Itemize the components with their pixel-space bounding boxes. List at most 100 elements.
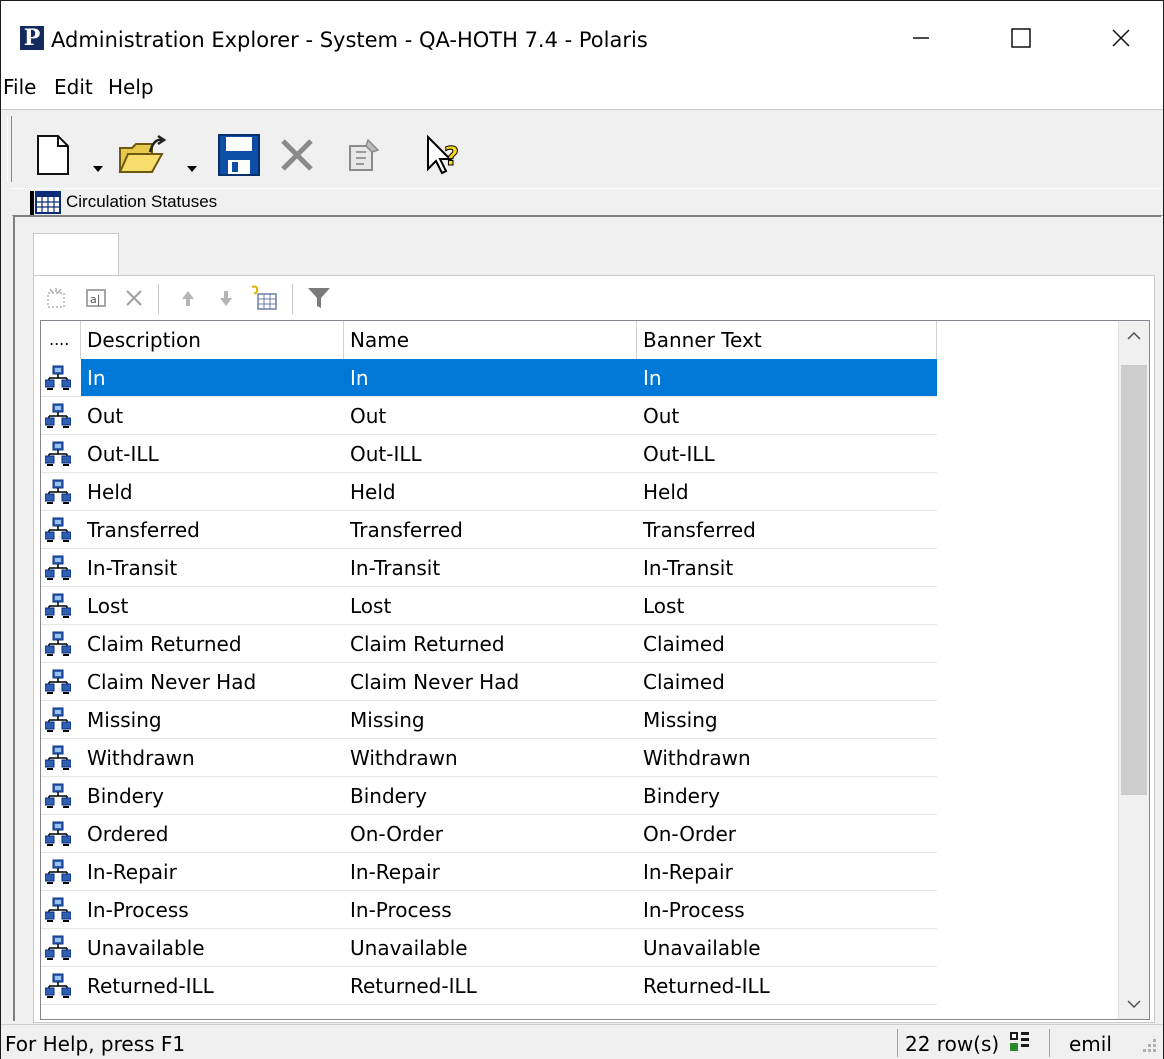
- menu-edit[interactable]: Edit: [54, 75, 93, 99]
- cell-name[interactable]: Out: [344, 397, 637, 435]
- scroll-up-button[interactable]: [1119, 321, 1149, 351]
- cell-banner-text[interactable]: In-Transit: [637, 549, 937, 587]
- cell-name[interactable]: On-Order: [344, 815, 637, 853]
- cell-name[interactable]: Lost: [344, 587, 637, 625]
- row-selector[interactable]: [41, 777, 81, 815]
- edit-field-button[interactable]: a|: [82, 284, 110, 312]
- table-row[interactable]: Held Held Held: [41, 473, 1119, 511]
- cell-name[interactable]: Returned-ILL: [344, 967, 637, 1005]
- table-row[interactable]: Out Out Out: [41, 397, 1119, 435]
- table-row[interactable]: In-Repair In-Repair In-Repair: [41, 853, 1119, 891]
- cell-description[interactable]: Claim Returned: [81, 625, 344, 663]
- table-row[interactable]: Lost Lost Lost: [41, 587, 1119, 625]
- row-selector[interactable]: [41, 891, 81, 929]
- row-selector[interactable]: [41, 359, 81, 397]
- minimize-button[interactable]: [891, 15, 951, 61]
- cell-name[interactable]: Claim Never Had: [344, 663, 637, 701]
- cell-banner-text[interactable]: Transferred: [637, 511, 937, 549]
- cell-name[interactable]: In: [344, 359, 637, 397]
- vertical-scrollbar[interactable]: [1118, 321, 1149, 1019]
- row-selector-header[interactable]: ....: [41, 321, 81, 359]
- cell-banner-text[interactable]: Claimed: [637, 625, 937, 663]
- cell-name[interactable]: In-Transit: [344, 549, 637, 587]
- cell-description[interactable]: Withdrawn: [81, 739, 344, 777]
- table-row[interactable]: Bindery Bindery Bindery: [41, 777, 1119, 815]
- cell-name[interactable]: Bindery: [344, 777, 637, 815]
- cell-name[interactable]: In-Process: [344, 891, 637, 929]
- cell-name[interactable]: Transferred: [344, 511, 637, 549]
- table-row[interactable]: Claim Never Had Claim Never Had Claimed: [41, 663, 1119, 701]
- table-row[interactable]: Out-ILL Out-ILL Out-ILL: [41, 435, 1119, 473]
- circulation-statuses-grid[interactable]: .... Description Name Banner Text In In In…: [40, 320, 1150, 1020]
- cell-description[interactable]: Ordered: [81, 815, 344, 853]
- cell-description[interactable]: Out: [81, 397, 344, 435]
- cell-name[interactable]: Unavailable: [344, 929, 637, 967]
- row-selector[interactable]: [41, 625, 81, 663]
- cell-description[interactable]: In-Process: [81, 891, 344, 929]
- cell-banner-text[interactable]: Missing: [637, 701, 937, 739]
- cell-banner-text[interactable]: Lost: [637, 587, 937, 625]
- cell-description[interactable]: Returned-ILL: [81, 967, 344, 1005]
- cell-description[interactable]: Bindery: [81, 777, 344, 815]
- tab-blank[interactable]: [33, 233, 119, 278]
- scroll-down-button[interactable]: [1119, 989, 1149, 1019]
- toolbar-grip[interactable]: [7, 116, 12, 182]
- cell-banner-text[interactable]: Claimed: [637, 663, 937, 701]
- row-selector[interactable]: [41, 511, 81, 549]
- table-row[interactable]: Missing Missing Missing: [41, 701, 1119, 739]
- row-selector[interactable]: [41, 739, 81, 777]
- cell-description[interactable]: In: [81, 359, 344, 397]
- row-selector[interactable]: [41, 853, 81, 891]
- cell-banner-text[interactable]: On-Order: [637, 815, 937, 853]
- table-row[interactable]: In In In: [41, 359, 1119, 397]
- maximize-button[interactable]: [991, 15, 1051, 61]
- table-row[interactable]: In-Transit In-Transit In-Transit: [41, 549, 1119, 587]
- resize-grip-icon[interactable]: [1141, 1037, 1159, 1055]
- open-button[interactable]: [115, 128, 171, 182]
- row-selector[interactable]: [41, 967, 81, 1005]
- row-selector[interactable]: [41, 587, 81, 625]
- new-row-button[interactable]: [42, 284, 70, 312]
- column-header-banner-text[interactable]: Banner Text: [637, 321, 937, 359]
- table-row[interactable]: Unavailable Unavailable Unavailable: [41, 929, 1119, 967]
- table-row[interactable]: In-Process In-Process In-Process: [41, 891, 1119, 929]
- table-row[interactable]: Withdrawn Withdrawn Withdrawn: [41, 739, 1119, 777]
- cell-banner-text[interactable]: Unavailable: [637, 929, 937, 967]
- cell-name[interactable]: Claim Returned: [344, 625, 637, 663]
- table-row[interactable]: Ordered On-Order On-Order: [41, 815, 1119, 853]
- row-selector[interactable]: [41, 815, 81, 853]
- cell-banner-text[interactable]: Bindery: [637, 777, 937, 815]
- save-button[interactable]: [215, 128, 263, 182]
- table-row[interactable]: Claim Returned Claim Returned Claimed: [41, 625, 1119, 663]
- column-header-description[interactable]: Description: [81, 321, 344, 359]
- delete-row-button[interactable]: [120, 284, 148, 312]
- cell-banner-text[interactable]: Withdrawn: [637, 739, 937, 777]
- row-selector[interactable]: [41, 549, 81, 587]
- cell-description[interactable]: Out-ILL: [81, 435, 344, 473]
- delete-button[interactable]: [273, 128, 321, 182]
- row-selector[interactable]: [41, 701, 81, 739]
- insert-row-button[interactable]: [248, 284, 280, 312]
- cell-description[interactable]: Unavailable: [81, 929, 344, 967]
- row-selector[interactable]: [41, 929, 81, 967]
- cell-description[interactable]: Lost: [81, 587, 344, 625]
- column-header-name[interactable]: Name: [344, 321, 637, 359]
- cell-banner-text[interactable]: In: [637, 359, 937, 397]
- cell-banner-text[interactable]: In-Repair: [637, 853, 937, 891]
- cell-name[interactable]: Missing: [344, 701, 637, 739]
- new-button[interactable]: [31, 128, 75, 182]
- cell-name[interactable]: In-Repair: [344, 853, 637, 891]
- row-selector[interactable]: [41, 663, 81, 701]
- menu-file[interactable]: File: [3, 75, 36, 99]
- properties-button[interactable]: [341, 128, 385, 182]
- cell-banner-text[interactable]: In-Process: [637, 891, 937, 929]
- cell-description[interactable]: Transferred: [81, 511, 344, 549]
- cell-description[interactable]: Missing: [81, 701, 344, 739]
- scrollbar-thumb[interactable]: [1121, 365, 1147, 795]
- row-selector[interactable]: [41, 473, 81, 511]
- cell-description[interactable]: Claim Never Had: [81, 663, 344, 701]
- row-selector[interactable]: [41, 397, 81, 435]
- menu-help[interactable]: Help: [108, 75, 154, 99]
- cell-banner-text[interactable]: Held: [637, 473, 937, 511]
- move-up-button[interactable]: [174, 284, 202, 312]
